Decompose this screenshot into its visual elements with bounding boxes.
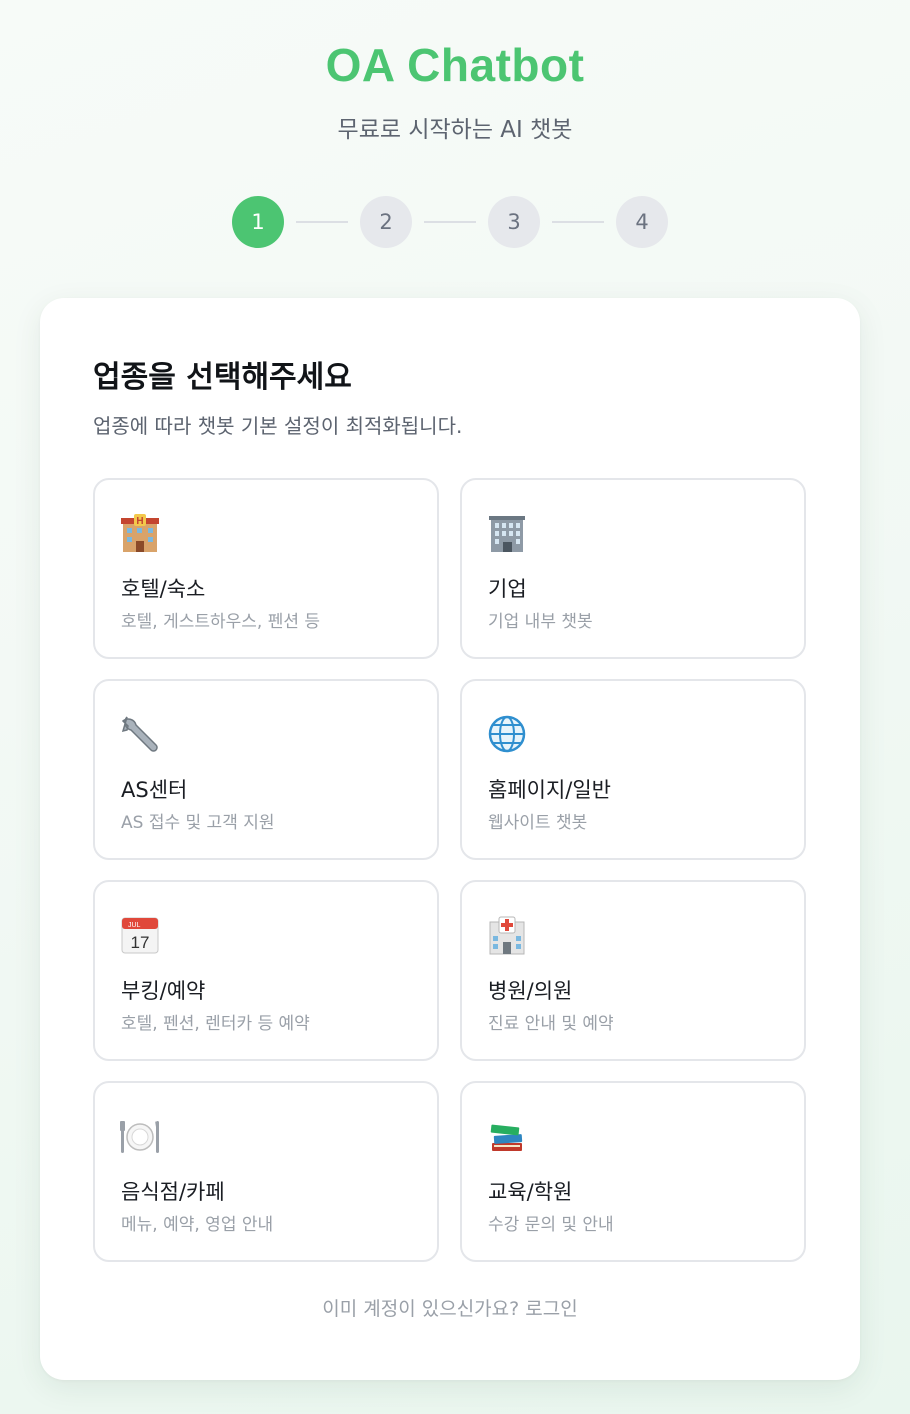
svg-text:H: H bbox=[136, 516, 143, 527]
option-description: 호텔, 게스트하우스, 펜션 등 bbox=[121, 612, 321, 632]
office-building-icon bbox=[486, 512, 528, 554]
globe-icon bbox=[486, 713, 528, 755]
option-label: 교육/학원 bbox=[488, 1180, 573, 1204]
option-label: AS센터 bbox=[121, 778, 188, 802]
svg-text:JUL: JUL bbox=[128, 922, 141, 929]
step-connector bbox=[424, 221, 476, 223]
option-description: AS 접수 및 고객 지원 bbox=[121, 813, 275, 833]
option-label: 병원/의원 bbox=[488, 979, 573, 1003]
option-enterprise[interactable]: 기업 기업 내부 챗봇 bbox=[460, 478, 806, 659]
option-label: 호텔/숙소 bbox=[121, 577, 206, 601]
hotel-icon: H bbox=[119, 512, 161, 554]
option-restaurant[interactable]: 음식점/카페 메뉴, 예약, 영업 안내 bbox=[93, 1081, 439, 1262]
option-booking[interactable]: JUL 17 부킹/예약 호텔, 펜션, 렌터카 등 예약 bbox=[93, 880, 439, 1061]
hospital-icon bbox=[486, 914, 528, 956]
app-title: OA Chatbot bbox=[325, 39, 585, 91]
option-label: 음식점/카페 bbox=[121, 1180, 225, 1204]
option-education[interactable]: 교육/학원 수강 문의 및 안내 bbox=[460, 1081, 806, 1262]
calendar-icon: JUL 17 bbox=[119, 914, 161, 956]
option-homepage[interactable]: 홈페이지/일반 웹사이트 챗봇 bbox=[460, 679, 806, 860]
step-3: 3 bbox=[488, 196, 540, 248]
login-link[interactable]: 로그인 bbox=[525, 1298, 577, 1320]
stepper: 1 2 3 4 bbox=[232, 196, 668, 248]
option-label: 부킹/예약 bbox=[121, 979, 206, 1003]
login-prompt-text: 이미 계정이 있으신가요? bbox=[322, 1298, 520, 1320]
step-connector bbox=[552, 221, 604, 223]
industry-selection-card: 업종을 선택해주세요 업종에 따라 챗봇 기본 설정이 최적화됩니다. H 호텔… bbox=[40, 298, 860, 1380]
option-label: 기업 bbox=[488, 577, 527, 601]
option-description: 기업 내부 챗봇 bbox=[488, 612, 593, 632]
card-description: 업종에 따라 챗봇 기본 설정이 최적화됩니다. bbox=[93, 414, 463, 438]
step-connector bbox=[296, 221, 348, 223]
option-hotel[interactable]: H 호텔/숙소 호텔, 게스트하우스, 펜션 등 bbox=[93, 478, 439, 659]
plate-cutlery-icon bbox=[119, 1115, 161, 1157]
option-description: 웹사이트 챗봇 bbox=[488, 813, 588, 833]
option-as-center[interactable]: AS센터 AS 접수 및 고객 지원 bbox=[93, 679, 439, 860]
books-icon bbox=[486, 1115, 528, 1157]
card-title: 업종을 선택해주세요 bbox=[93, 360, 352, 395]
app-subtitle: 무료로 시작하는 AI 챗봇 bbox=[337, 117, 573, 143]
option-hospital[interactable]: 병원/의원 진료 안내 및 예약 bbox=[460, 880, 806, 1061]
step-2: 2 bbox=[360, 196, 412, 248]
step-1: 1 bbox=[232, 196, 284, 248]
svg-text:17: 17 bbox=[131, 933, 150, 952]
login-prompt-row: 이미 계정이 있으신가요? 로그인 bbox=[40, 1294, 860, 1321]
option-description: 호텔, 펜션, 렌터카 등 예약 bbox=[121, 1014, 310, 1034]
step-4: 4 bbox=[616, 196, 668, 248]
option-description: 수강 문의 및 안내 bbox=[488, 1215, 614, 1235]
option-label: 홈페이지/일반 bbox=[488, 778, 611, 802]
option-description: 메뉴, 예약, 영업 안내 bbox=[121, 1215, 274, 1235]
option-description: 진료 안내 및 예약 bbox=[488, 1014, 614, 1034]
wrench-icon bbox=[119, 713, 161, 755]
